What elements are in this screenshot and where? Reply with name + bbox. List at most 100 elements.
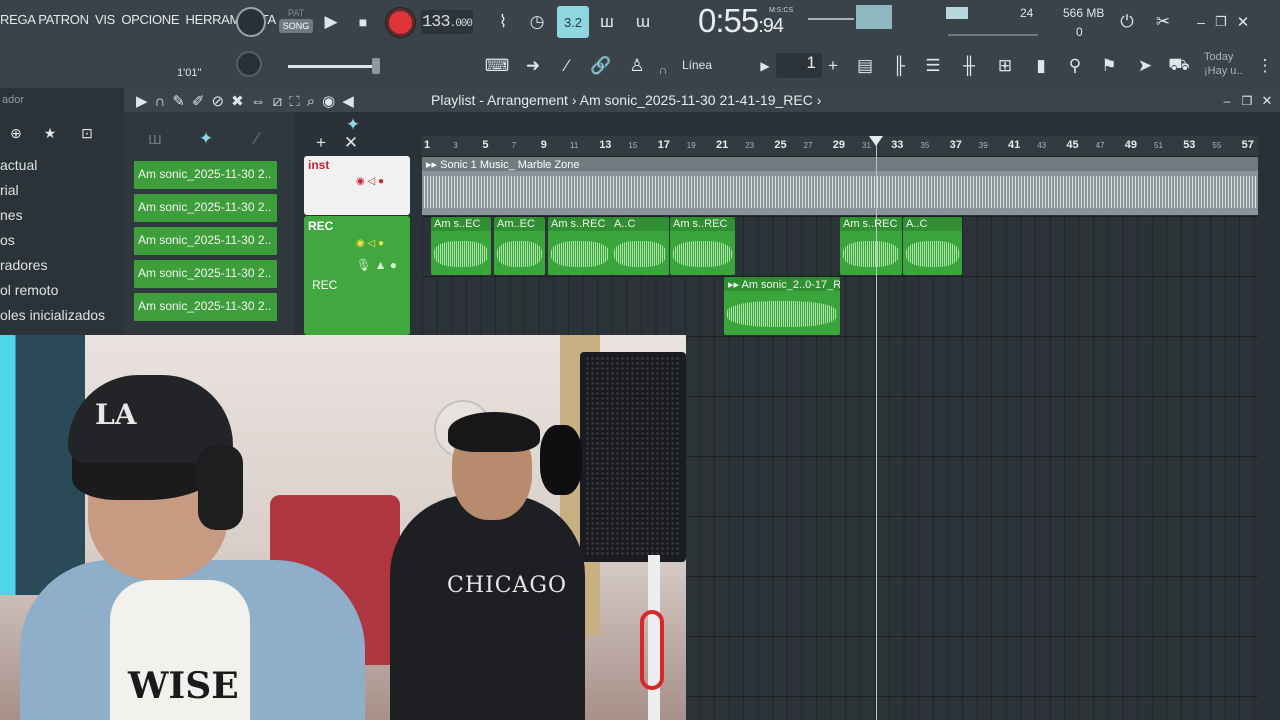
loop-record-icon[interactable]: ɯ <box>630 9 656 35</box>
track-header-rec[interactable]: REC ◉ ◁ ● 🎙 ▲ ● REC <box>304 216 410 335</box>
channel-clip-item[interactable]: Am sonic_2025-11-30 2.. <box>134 260 277 288</box>
waveform <box>614 241 666 267</box>
piano-roll-icon[interactable]: ╟ <box>886 53 912 79</box>
magnet-icon[interactable]: ∩ <box>656 57 670 83</box>
snap-mode-label[interactable]: Línea <box>682 58 712 72</box>
record-button[interactable] <box>386 8 415 37</box>
webcam-shirt-text-2: CHICAGO <box>447 573 568 598</box>
waveform-view-icon[interactable]: ✦ <box>340 112 366 138</box>
delete-icon[interactable]: ⊘ <box>211 93 231 110</box>
play-pattern-icon[interactable]: ▶ <box>136 93 155 110</box>
browser-item[interactable]: actual <box>0 153 105 178</box>
globe-icon[interactable]: ⊕ <box>3 120 29 146</box>
metronome-icon[interactable]: ⌇ <box>490 9 516 35</box>
send-icon[interactable]: ➤ <box>1132 53 1158 79</box>
browser-icon[interactable]: ⊞ <box>992 53 1018 79</box>
ruler-tick: 49 <box>1124 139 1138 151</box>
channel-clip-item[interactable]: Am sonic_2025-11-30 2.. <box>134 161 277 189</box>
news-line-1: Today <box>1204 51 1234 63</box>
scissors-icon[interactable]: ✂ <box>1150 9 1176 35</box>
slice-icon[interactable]: ⧄ <box>273 93 290 110</box>
playlist-close-icon[interactable]: ✕ <box>1254 88 1280 114</box>
keyboard-icon[interactable]: ⌨ <box>484 53 510 79</box>
menu-item-vis[interactable]: VIS <box>95 12 115 27</box>
automation-icon[interactable]: ⁄ <box>244 126 270 152</box>
pat-song-switch[interactable]: PAT SONG <box>279 8 313 40</box>
clip-name: Am sonic_2..0-17_REC <box>741 279 841 291</box>
master-volume-knob[interactable] <box>236 7 266 37</box>
menu-item-rega[interactable]: REGA PATRON <box>0 12 89 27</box>
waveform <box>424 176 1256 208</box>
stamp-icon[interactable]: ♙ <box>624 53 650 79</box>
slip-icon[interactable]: ⇔ <box>251 93 273 110</box>
play-icon[interactable]: ▶ <box>318 9 344 35</box>
select-icon[interactable]: ⛶ <box>289 93 307 110</box>
news-panel[interactable]: Today ¡Hay u.. <box>1204 50 1243 78</box>
browser-item[interactable]: radores <box>0 253 105 278</box>
audio-clip-icon[interactable]: ✦ <box>193 126 219 152</box>
track-mute-icon[interactable]: ◉ ◁ ● <box>356 176 384 187</box>
speaker-icon[interactable]: ◀ <box>342 93 361 110</box>
mute-icon[interactable]: ✖ <box>231 93 251 110</box>
paint-icon[interactable]: ✐ <box>192 93 212 110</box>
browser-item[interactable]: os <box>0 228 105 253</box>
ruler-tick: 53 <box>1183 139 1196 151</box>
zoom-icon[interactable]: ⌕ <box>307 93 322 110</box>
lamp-icon[interactable]: ⚑ <box>1096 53 1122 79</box>
channel-clip-item[interactable]: Am sonic_2025-11-30 2.. <box>134 227 277 255</box>
track-mute-icon[interactable]: ◉ ◁ ● <box>356 238 384 249</box>
master-pitch-slider[interactable] <box>288 58 380 74</box>
vertical-scrollbar[interactable] <box>1258 156 1280 720</box>
waveform <box>673 241 732 267</box>
more-icon[interactable]: ⋮ <box>1252 53 1278 79</box>
power-icon[interactable]: ⏻ <box>1114 9 1140 35</box>
project-icon[interactable]: ▮ <box>1028 53 1054 79</box>
pencil-icon[interactable]: ✎ <box>172 93 192 110</box>
star-icon[interactable]: ★ <box>37 120 63 146</box>
project-name: Am sonic_2025-11-30 21-41-19_REC <box>579 92 813 108</box>
ruler-tick: 37 <box>949 139 962 151</box>
channel-rack-icon[interactable]: ☰ <box>920 53 946 79</box>
folder-add-icon[interactable]: ⊡ <box>74 120 100 146</box>
webcam-stand-clip <box>640 610 664 690</box>
stop-icon[interactable]: ■ <box>350 9 376 35</box>
channel-clip-item[interactable]: Am sonic_2025-11-30 2.. <box>134 293 277 321</box>
memory-value: 566 MB <box>1063 6 1105 20</box>
browser-item[interactable]: rial <box>0 178 105 203</box>
step-value[interactable]: 1 <box>776 53 822 78</box>
browser-title: ador <box>2 94 25 106</box>
tempo-display[interactable]: 133.000 <box>421 10 473 34</box>
add-track-icon[interactable]: + <box>308 130 334 156</box>
blend-notes-icon[interactable]: ш <box>594 9 620 35</box>
add-icon[interactable]: + <box>820 53 846 79</box>
master-pitch-knob[interactable] <box>236 51 262 77</box>
clock-main: 0:55 <box>698 2 759 39</box>
browser-item[interactable]: oles inicializados <box>0 303 105 328</box>
arrow-right-icon[interactable]: ➜ <box>520 53 546 79</box>
browser-list: actual rial nes os radores ol remoto ole… <box>0 153 105 328</box>
step-arrow-icon[interactable]: ▶ <box>752 53 778 79</box>
playlist-title: Playlist - Arrangement <box>431 92 568 108</box>
close-icon[interactable]: ✕ <box>1230 9 1256 35</box>
link-icon[interactable]: 🔗 <box>588 53 614 79</box>
brush-icon[interactable]: ⁄ <box>554 53 580 79</box>
plugin-icon[interactable]: ⚲ <box>1062 53 1088 79</box>
microphone-icon[interactable]: 🎙 ▲ ● <box>356 258 397 272</box>
magnet-icon[interactable]: ∩ <box>155 93 173 110</box>
browser-item[interactable]: nes <box>0 203 105 228</box>
cart-icon[interactable]: ⛟ <box>1166 53 1192 79</box>
webcam-person-2-hair <box>448 412 540 452</box>
playhead[interactable] <box>876 138 877 720</box>
channel-clip-item[interactable]: Am sonic_2025-11-30 2.. <box>134 194 277 222</box>
ruler-tick: 1 <box>424 139 431 151</box>
piano-icon[interactable]: ш <box>142 126 168 152</box>
track-header-inst[interactable]: inst ◉ ◁ ● <box>304 156 410 215</box>
wait-input-icon[interactable]: ◷ <box>524 9 550 35</box>
ruler-tick: 43 <box>1037 141 1047 150</box>
mixer-icon[interactable]: ╫ <box>956 53 982 79</box>
menu-item-opcione[interactable]: OPCIONE <box>121 12 179 27</box>
browser-item[interactable]: ol remoto <box>0 278 105 303</box>
playback-icon[interactable]: ◉ <box>322 93 342 110</box>
snap-display[interactable]: 3.2 <box>557 6 589 38</box>
playlist-icon[interactable]: ▤ <box>852 53 878 79</box>
